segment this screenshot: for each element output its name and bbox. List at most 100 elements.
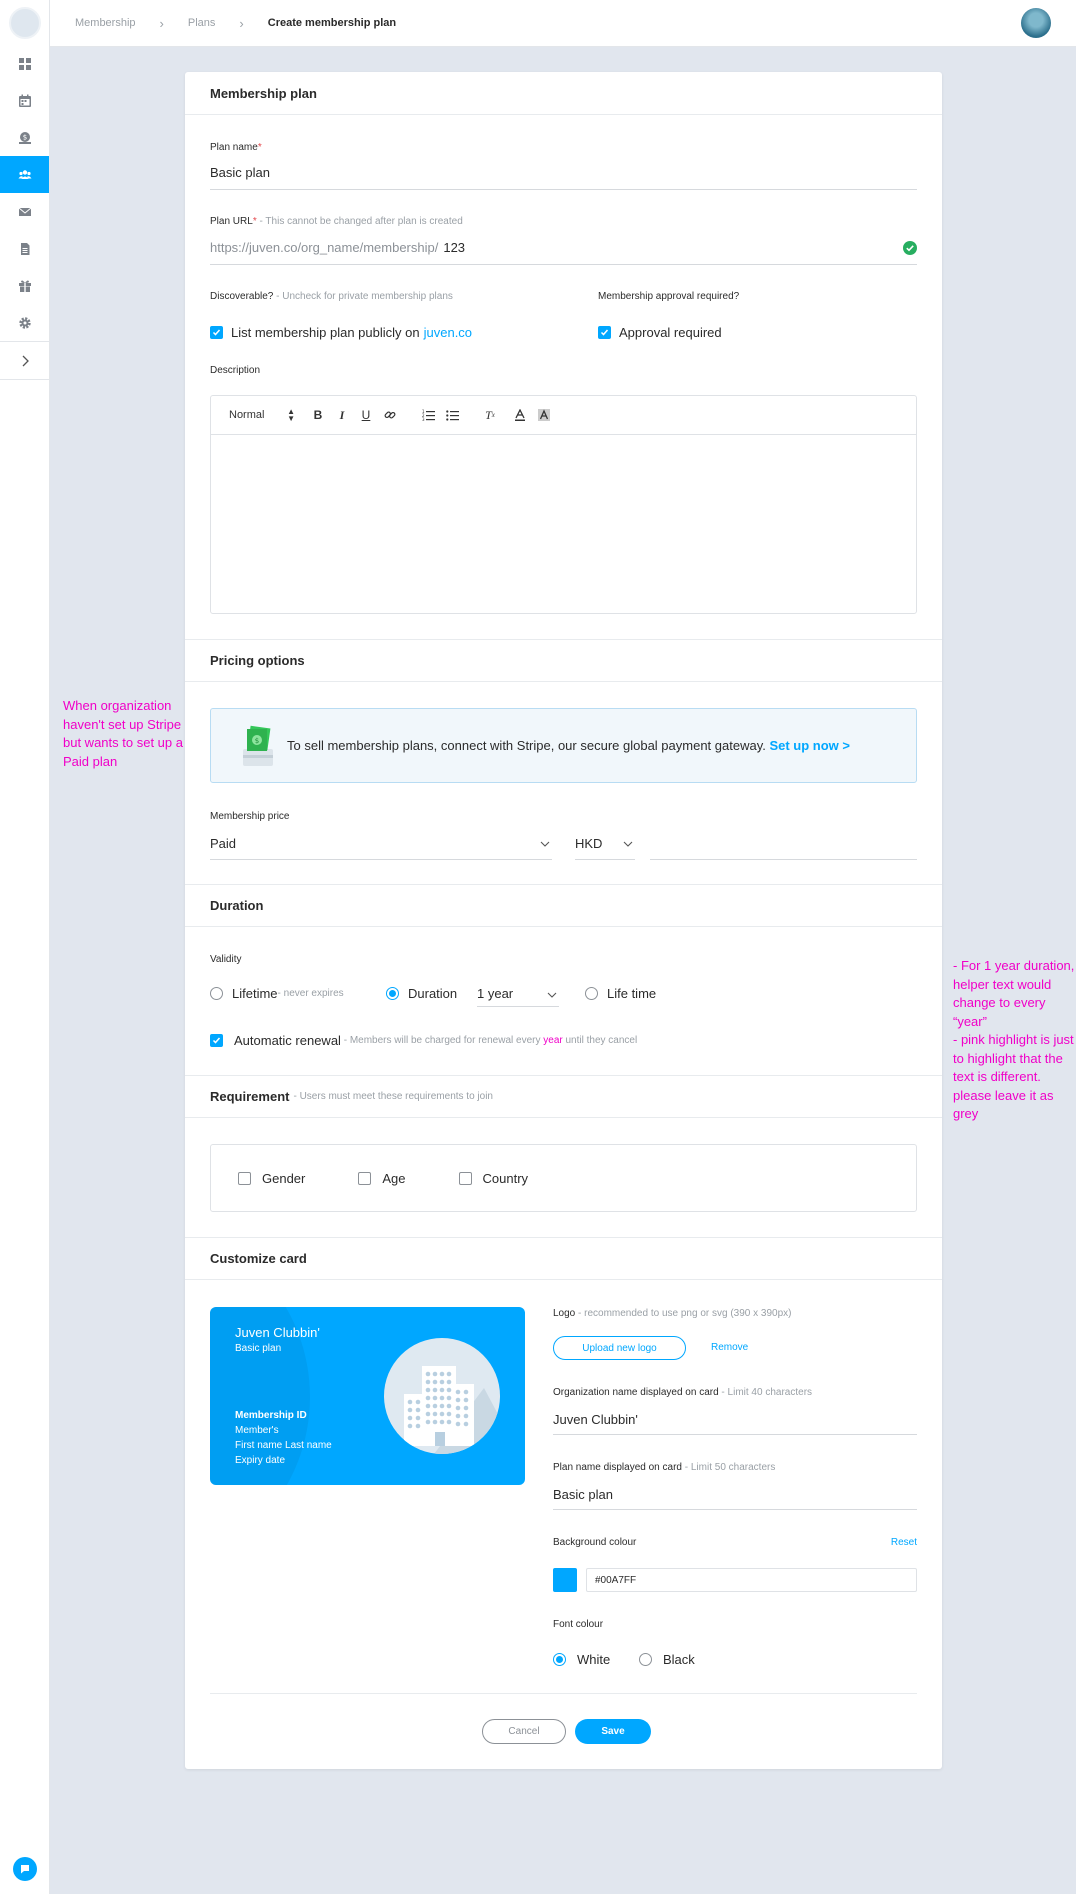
check-circle-icon (903, 241, 917, 255)
validity-life-time-option[interactable]: Life time (585, 986, 656, 1001)
reset-colour-link[interactable]: Reset (891, 1537, 917, 1548)
breadcrumb-membership[interactable]: Membership (75, 17, 136, 29)
sidebar-item-dashboard[interactable] (0, 45, 49, 82)
avatar[interactable] (1021, 8, 1051, 38)
plan-url-value: 123 (443, 240, 466, 255)
requirement-gender-checkbox[interactable]: Gender (238, 1171, 305, 1186)
card-plan-name-value: Basic plan (553, 1487, 613, 1502)
auto-renewal-label: Automatic renewal (234, 1033, 341, 1048)
calendar-icon (18, 94, 31, 107)
chat-button[interactable] (13, 1857, 37, 1881)
renewal-helper-b: until they cancel (562, 1035, 638, 1046)
money-icon: $ (18, 131, 31, 144)
text-color-icon[interactable] (513, 408, 527, 422)
requirement-country-label: Country (482, 1170, 529, 1186)
upload-logo-button[interactable]: Upload new logo (553, 1336, 686, 1360)
radio-icon (210, 987, 223, 1000)
money-stack-icon: $ (243, 725, 273, 766)
stripe-setup-link[interactable]: Set up now > (769, 738, 850, 753)
clear-format-icon[interactable]: Tx (483, 408, 497, 422)
approval-checkbox[interactable]: Approval required (598, 325, 722, 340)
price-type-select[interactable]: Paid (210, 836, 552, 860)
currency-value: HKD (575, 836, 603, 851)
currency-select[interactable]: HKD (575, 836, 635, 860)
remove-logo-link[interactable]: Remove (711, 1342, 748, 1353)
requirement-age-label: Age (382, 1170, 406, 1186)
section-title: Membership plan (210, 85, 317, 101)
org-name-value: Juven Clubbin' (553, 1412, 638, 1427)
sidebar-item-rewards[interactable] (0, 267, 49, 304)
cancel-button[interactable]: Cancel (482, 1719, 566, 1744)
approval-text: Approval required (619, 325, 722, 340)
chevron-down-icon (540, 841, 550, 847)
sidebar-expand-button[interactable] (0, 342, 49, 379)
bullet-list-icon[interactable] (445, 408, 459, 422)
sidebar-item-members[interactable] (0, 156, 49, 193)
font-white-label: White (577, 1652, 611, 1667)
checkbox-icon (458, 1171, 472, 1185)
save-button[interactable]: Save (575, 1719, 651, 1744)
org-name-label: Organization name displayed on card - Li… (553, 1387, 813, 1398)
ordered-list-icon[interactable]: 123 (421, 408, 435, 422)
font-colour-black-option[interactable]: Black (639, 1652, 695, 1667)
discoverable-checkbox[interactable]: List membership plan publicly on juven.c… (210, 325, 472, 340)
life-time-label: Life time (607, 986, 657, 1001)
background-colour-value: #00A7FF (595, 1574, 637, 1586)
requirement-age-checkbox[interactable]: Age (358, 1170, 406, 1186)
breadcrumb-plans[interactable]: Plans (188, 17, 216, 29)
card-plan-name: Basic plan (235, 1343, 282, 1354)
approval-label: Membership approval required? (598, 291, 740, 302)
background-colour-label: Background colour (553, 1537, 637, 1548)
chat-icon (21, 1865, 29, 1874)
plan-url-label: Plan URL* - This cannot be changed after… (210, 216, 463, 227)
sidebar-item-documents[interactable] (0, 230, 49, 267)
checkbox-checked-icon (210, 326, 223, 339)
members-icon (18, 169, 31, 179)
renewal-helper-highlight: year (543, 1035, 563, 1046)
org-name-input[interactable]: Juven Clubbin' (553, 1411, 917, 1435)
sidebar-item-finance[interactable]: $ (0, 119, 49, 156)
sidebar-item-mail[interactable] (0, 193, 49, 230)
validity-lifetime-option[interactable]: Lifetime - never expires (210, 986, 344, 1001)
checkbox-icon (358, 1171, 372, 1185)
plan-name-label: Plan name* (210, 142, 262, 153)
colour-swatch[interactable] (553, 1568, 577, 1592)
divider (210, 1693, 917, 1694)
bold-icon[interactable]: B (311, 408, 325, 422)
plan-url-input[interactable]: https://juven.co/org_name/membership/ 12… (210, 240, 917, 265)
breadcrumb-current: Create membership plan (267, 17, 397, 29)
card-member-name: First name Last name (235, 1440, 332, 1451)
italic-icon[interactable]: I (335, 408, 349, 422)
card-plan-name-input[interactable]: Basic plan (553, 1486, 917, 1510)
font-black-label: Black (663, 1652, 695, 1667)
link-icon[interactable] (383, 408, 397, 422)
checkbox-icon (238, 1171, 251, 1185)
checkbox-checked-icon (210, 1034, 223, 1047)
gear-icon (18, 316, 31, 329)
background-color-icon[interactable] (537, 408, 551, 422)
validity-duration-option[interactable]: Duration (386, 986, 457, 1001)
create-plan-form: Membership plan Plan name* Basic plan Pl… (185, 72, 942, 1769)
section-pricing: Pricing options (185, 639, 942, 682)
mail-icon (18, 207, 31, 216)
duration-select[interactable]: 1 year (477, 986, 559, 1007)
plan-name-input[interactable]: Basic plan (210, 164, 917, 190)
font-colour-white-option[interactable]: White (553, 1652, 610, 1667)
editor-content-area[interactable] (211, 435, 916, 613)
underline-icon[interactable]: U (359, 408, 373, 422)
sidebar-item-calendar[interactable] (0, 82, 49, 119)
format-select[interactable]: Normal ▲ ▼ (229, 408, 307, 423)
requirement-country-checkbox[interactable]: Country (458, 1170, 529, 1186)
svg-text:$: $ (22, 133, 26, 141)
background-colour-input[interactable]: #00A7FF (586, 1568, 917, 1592)
editor-toolbar: Normal ▲ ▼ B I U 123 Tx (211, 396, 916, 435)
card-expiry: Expiry date (235, 1455, 286, 1466)
price-amount-input[interactable] (650, 836, 917, 860)
sidebar-item-settings[interactable] (0, 304, 49, 341)
section-title: Customize card (210, 1251, 307, 1266)
juven-link[interactable]: juven.co (424, 325, 472, 340)
stripe-message: To sell membership plans, connect with S… (287, 738, 770, 753)
auto-renewal-checkbox[interactable]: Automatic renewal - Members will be char… (210, 1033, 637, 1048)
org-logo[interactable] (8, 7, 41, 39)
svg-text:3: 3 (422, 417, 425, 421)
